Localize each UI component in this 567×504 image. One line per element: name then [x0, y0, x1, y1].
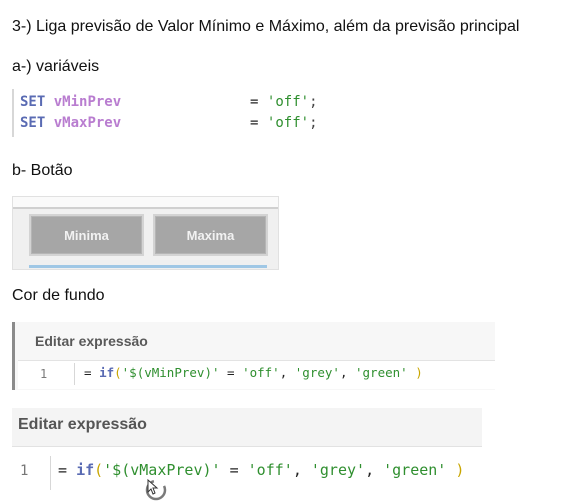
- code-line-1: SET vMinPrev = 'off';: [20, 94, 318, 110]
- function-name: if: [99, 365, 115, 380]
- equals-sign: =: [250, 115, 259, 131]
- separator: ,: [279, 365, 295, 380]
- string-value: 'off': [266, 115, 310, 131]
- arg-off: 'off': [242, 365, 280, 380]
- arg-off: 'off': [247, 461, 293, 479]
- maxima-button[interactable]: Maxima: [153, 214, 268, 256]
- compare-sign: =: [219, 365, 243, 380]
- arg-grey: 'grey': [310, 461, 366, 479]
- function-name: if: [76, 461, 95, 479]
- editor-title: Editar expressão: [35, 333, 148, 349]
- separator: ,: [339, 365, 355, 380]
- close-paren: ): [446, 461, 465, 479]
- variable-name: vMinPrev: [53, 94, 122, 110]
- expression-editor-min: Editar expressão 1 = if('$(vMinPrev)' = …: [12, 322, 495, 390]
- expression-text[interactable]: = if('$(vMinPrev)' = 'off', 'grey', 'gre…: [84, 365, 423, 380]
- busy-cursor-icon: [145, 478, 167, 501]
- editor-code-area[interactable]: 1 = if('$(vMinPrev)' = 'off', 'grey', 'g…: [18, 360, 495, 389]
- close-paren: ): [407, 365, 423, 380]
- equals-sign: =: [58, 461, 68, 479]
- line-number: 1: [20, 463, 29, 479]
- arg-variable: '$(vMinPrev)': [121, 365, 220, 380]
- arg-grey: 'grey': [294, 365, 340, 380]
- open-paren: (: [114, 365, 122, 380]
- separator: ,: [292, 461, 311, 479]
- minima-button[interactable]: Minima: [29, 214, 144, 256]
- separator: ,: [365, 461, 384, 479]
- string-value: 'off': [266, 94, 310, 110]
- panel-top-border: [13, 197, 278, 209]
- section-b-label: b- Botão: [12, 162, 73, 179]
- semicolon: ;: [309, 94, 318, 110]
- expression-text[interactable]: = if('$(vMaxPrev)' = 'off', 'grey', 'gre…: [58, 461, 464, 479]
- editor-header: Editar expressão: [12, 408, 482, 447]
- gutter-divider: [74, 363, 75, 385]
- line-number: 1: [40, 367, 48, 381]
- expression-editor-max: Editar expressão 1 = if('$(vMaxPrev)' = …: [12, 408, 482, 501]
- code-line-2: SET vMaxPrev = 'off';: [20, 115, 318, 131]
- arg-green: 'green': [355, 365, 408, 380]
- section-a-label: a-) variáveis: [12, 58, 100, 75]
- arg-green: 'green': [383, 461, 447, 479]
- panel-bottom-accent: [29, 265, 267, 268]
- gutter-divider: [50, 456, 51, 490]
- heading: 3-) Liga previsão de Valor Mínimo e Máxi…: [12, 18, 520, 35]
- button-panel: Minima Maxima: [12, 196, 279, 270]
- equals-sign: =: [250, 94, 259, 110]
- variable-name: vMaxPrev: [53, 115, 122, 131]
- set-keyword: SET: [20, 115, 46, 131]
- compare-sign: =: [220, 461, 248, 479]
- editor-title: Editar expressão: [18, 416, 147, 433]
- semicolon: ;: [309, 115, 318, 131]
- section-bg-label: Cor de fundo: [12, 287, 105, 304]
- equals-sign: =: [84, 365, 92, 380]
- code-block: SET vMinPrev = 'off'; SET vMaxPrev = 'of…: [12, 89, 334, 137]
- set-keyword: SET: [20, 94, 46, 110]
- open-paren: (: [94, 461, 104, 479]
